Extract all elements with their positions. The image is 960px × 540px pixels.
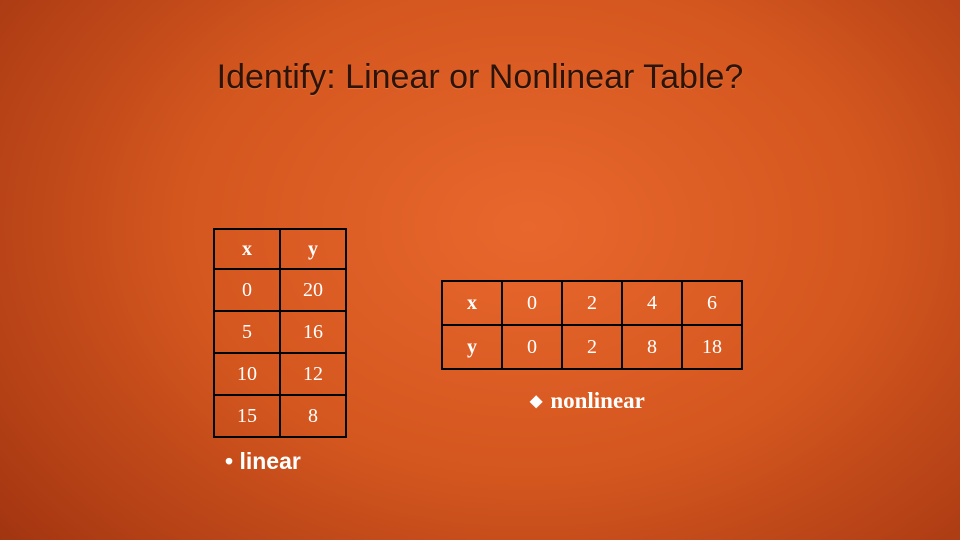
right-table-header-x: x (442, 281, 502, 325)
left-table-cell: 20 (280, 269, 346, 311)
right-table-cell: 2 (562, 325, 622, 369)
table-row: y 0 2 8 18 (442, 325, 742, 369)
right-table-cell: 18 (682, 325, 742, 369)
right-table-cell: 0 (502, 281, 562, 325)
table-row: 10 12 (214, 353, 346, 395)
right-table: x 0 2 4 6 y 0 2 8 18 (441, 280, 743, 370)
left-table-cell: 8 (280, 395, 346, 437)
right-table-caption: ◆ nonlinear (530, 388, 645, 414)
right-table-cell: 2 (562, 281, 622, 325)
right-table-caption-text: nonlinear (550, 388, 645, 413)
left-table-cell: 16 (280, 311, 346, 353)
page-title: Identify: Linear or Nonlinear Table? (0, 58, 960, 97)
table-row: x y (214, 229, 346, 269)
right-table-cell: 4 (622, 281, 682, 325)
left-table-caption: linear (225, 448, 301, 475)
left-table-cell: 5 (214, 311, 280, 353)
left-table-cell: 15 (214, 395, 280, 437)
right-table-cell: 6 (682, 281, 742, 325)
right-table-cell: 8 (622, 325, 682, 369)
left-table-cell: 10 (214, 353, 280, 395)
left-table-header-x: x (214, 229, 280, 269)
left-table-cell: 0 (214, 269, 280, 311)
left-table: x y 0 20 5 16 10 12 15 8 (213, 228, 347, 438)
right-table-cell: 0 (502, 325, 562, 369)
left-table-cell: 12 (280, 353, 346, 395)
table-row: 0 20 (214, 269, 346, 311)
table-row: 15 8 (214, 395, 346, 437)
left-table-header-y: y (280, 229, 346, 269)
right-table-header-y: y (442, 325, 502, 369)
table-row: 5 16 (214, 311, 346, 353)
table-row: x 0 2 4 6 (442, 281, 742, 325)
diamond-bullet-icon: ◆ (530, 393, 542, 410)
